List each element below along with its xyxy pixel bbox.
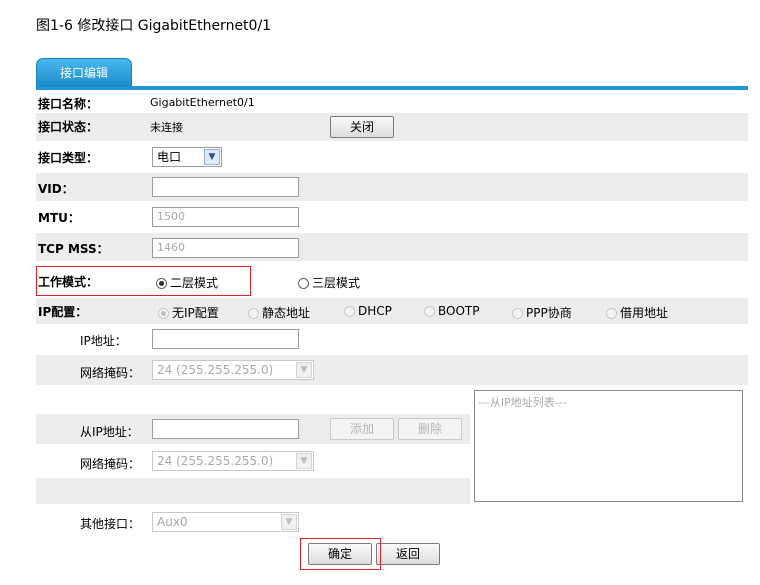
radio-unselected-icon — [344, 306, 355, 317]
interface-type-selected: 电口 — [157, 150, 182, 164]
row-secondary-mask: 网络掩码： 24 (255.255.255.0) ▼ — [36, 446, 470, 476]
row-other-interface: 其他接口： Aux0 ▼ — [36, 507, 748, 537]
other-interface-selected: Aux0 — [157, 515, 188, 529]
ip-address-input[interactable] — [152, 329, 299, 349]
secondary-mask-selected: 24 (255.255.255.0) — [157, 454, 274, 468]
secondary-ip-input[interactable] — [152, 419, 299, 439]
mask-label: 网络掩码： — [80, 366, 141, 380]
delete-button[interactable]: 删除 — [398, 418, 462, 440]
other-interface-select[interactable]: Aux0 ▼ — [152, 512, 299, 532]
secondary-ip-label: 从IP地址： — [80, 425, 139, 439]
row-interface-status: 接口状态： 未连接 关闭 — [36, 113, 748, 141]
interface-status-label: 接口状态： — [38, 120, 99, 134]
row-vid: VID： — [36, 173, 748, 201]
radio-dhcp-label: DHCP — [358, 304, 392, 318]
radio-static-ip-label: 静态地址 — [262, 306, 311, 320]
radio-static-ip[interactable]: 静态地址 — [248, 304, 310, 321]
radio-unselected-icon — [248, 308, 259, 319]
radio-borrow[interactable]: 借用地址 — [606, 304, 668, 321]
vid-input[interactable] — [152, 177, 299, 197]
interface-name-label: 接口名称： — [38, 97, 99, 111]
chevron-down-icon: ▼ — [204, 149, 220, 165]
shutdown-button[interactable]: 关闭 — [330, 116, 394, 138]
mask-selected: 24 (255.255.255.0) — [157, 363, 274, 377]
row-mask: 网络掩码： 24 (255.255.255.0) ▼ — [36, 355, 748, 385]
add-button[interactable]: 添加 — [330, 418, 394, 440]
secondary-mask-select[interactable]: 24 (255.255.255.0) ▼ — [152, 451, 314, 471]
radio-ppp[interactable]: PPP协商 — [512, 304, 572, 321]
highlight-box-work-mode — [36, 266, 251, 296]
radio-borrow-label: 借用地址 — [620, 306, 669, 320]
interface-status-value: 未连接 — [150, 121, 183, 134]
radio-unselected-icon — [424, 306, 435, 317]
radio-dhcp[interactable]: DHCP — [344, 304, 392, 318]
other-interface-label: 其他接口： — [80, 517, 141, 531]
highlight-box-ok — [300, 538, 381, 570]
radio-layer3-label: 三层模式 — [312, 276, 361, 290]
ip-address-label: IP地址： — [80, 334, 127, 348]
row-ip-config: IP配置： 无IP配置 静态地址 DHCP BOOTP PPP协商 借用地址 — [36, 298, 748, 324]
vid-label: VID： — [38, 182, 74, 196]
interface-type-label: 接口类型： — [38, 151, 99, 165]
radio-unselected-icon — [298, 278, 309, 289]
row-interface-name: 接口名称： GigabitEthernet0/1 — [36, 94, 748, 112]
radio-no-ip-label: 无IP配置 — [172, 306, 219, 320]
tcp-mss-input[interactable]: 1460 — [152, 238, 299, 258]
row-mtu: MTU： 1500 — [36, 203, 748, 231]
chevron-down-icon: ▼ — [296, 453, 312, 469]
back-button[interactable]: 返回 — [376, 543, 440, 565]
ip-config-label: IP配置： — [38, 305, 88, 319]
tab-bar: 接口编辑 — [36, 52, 748, 90]
radio-bootp-label: BOOTP — [438, 304, 480, 318]
interface-name-value: GigabitEthernet0/1 — [150, 96, 255, 109]
mtu-label: MTU： — [38, 211, 80, 225]
tab-interface-edit[interactable]: 接口编辑 — [36, 58, 132, 87]
row-secondary-ip: 从IP地址： 添加 删除 — [36, 414, 470, 444]
chevron-down-icon: ▼ — [296, 362, 312, 378]
radio-unselected-icon — [606, 308, 617, 319]
tcp-mss-label: TCP MSS： — [38, 242, 109, 256]
chevron-down-icon: ▼ — [281, 514, 297, 530]
row-ip-address: IP地址： — [36, 325, 748, 353]
mask-select[interactable]: 24 (255.255.255.0) ▼ — [152, 360, 314, 380]
radio-bootp[interactable]: BOOTP — [424, 304, 479, 318]
radio-unselected-icon — [512, 308, 523, 319]
radio-layer3-mode[interactable]: 三层模式 — [298, 274, 360, 291]
mtu-input[interactable]: 1500 — [152, 207, 299, 227]
interface-type-select[interactable]: 电口 ▼ — [152, 147, 222, 167]
row-interface-type: 接口类型： 电口 ▼ — [36, 143, 748, 171]
secondary-mask-label: 网络掩码： — [80, 457, 141, 471]
row-blank — [36, 478, 470, 504]
row-tcp-mss: TCP MSS： 1460 — [36, 233, 748, 261]
secondary-ip-listbox[interactable]: ---从IP地址列表--- — [474, 390, 743, 502]
radio-ppp-label: PPP协商 — [526, 306, 572, 320]
radio-no-ip[interactable]: 无IP配置 — [158, 304, 219, 321]
figure-caption: 图1-6 修改接口 GigabitEthernet0/1 — [36, 18, 272, 34]
radio-selected-icon — [158, 308, 169, 319]
